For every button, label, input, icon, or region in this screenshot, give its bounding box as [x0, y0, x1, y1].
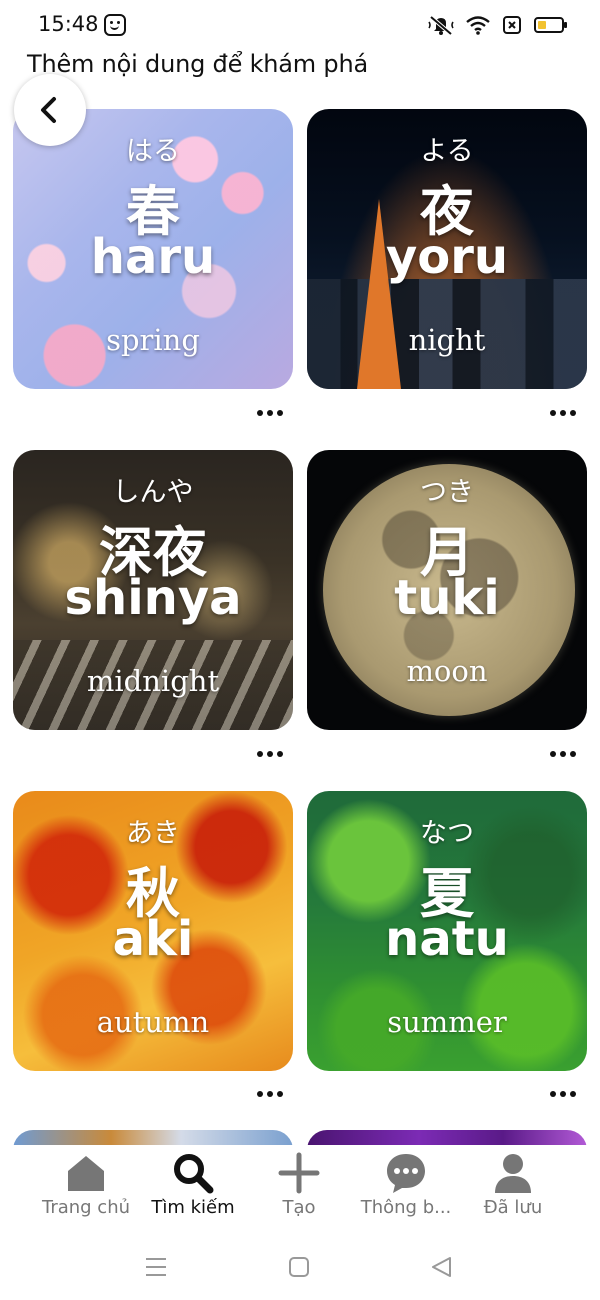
system-home-button[interactable]: [279, 1249, 319, 1285]
status-icons: [428, 14, 567, 36]
no-sim-icon: [503, 16, 521, 34]
page-title: Thêm nội dung để khám phá: [27, 50, 368, 78]
card-english: moon: [406, 654, 488, 688]
card-summer[interactable]: なつ 夏 natu summer: [307, 791, 587, 1071]
nav-label: Tạo: [282, 1197, 316, 1218]
nav-label: Trang chủ: [41, 1197, 131, 1218]
bottom-nav: Trang chủ Tìm kiếm Tạo Thông b... Đã lưu: [0, 1145, 600, 1235]
card-romaji: natu: [385, 911, 509, 967]
card-romaji: shinya: [64, 570, 242, 626]
wifi-icon: [466, 16, 490, 35]
search-icon: [174, 1154, 214, 1194]
more-options-button[interactable]: [250, 744, 290, 764]
emoji-face-icon: [104, 14, 126, 36]
system-nav: [0, 1235, 600, 1300]
system-menu-button[interactable]: [136, 1249, 176, 1285]
menu-icon: [146, 1258, 166, 1276]
nav-saved[interactable]: Đã lưu: [453, 1145, 573, 1235]
more-options-button[interactable]: [250, 403, 290, 423]
system-back-button[interactable]: [422, 1249, 462, 1285]
more-options-button[interactable]: [543, 1084, 583, 1104]
more-options-button[interactable]: [543, 403, 583, 423]
card-night[interactable]: よる 夜 yoru night: [307, 109, 587, 389]
card-moon[interactable]: つき 月 tuki moon: [307, 450, 587, 730]
status-time: 15:48: [38, 12, 99, 36]
nav-notifications[interactable]: Thông b...: [346, 1145, 466, 1235]
card-midnight[interactable]: しんや 深夜 shinya midnight: [13, 450, 293, 730]
more-options-button[interactable]: [543, 744, 583, 764]
card-kana: あき: [126, 818, 180, 849]
chevron-left-icon: [41, 97, 56, 123]
profile-icon: [495, 1154, 531, 1193]
chat-bubble-icon: [387, 1154, 425, 1193]
battery-icon: [534, 17, 567, 33]
home-icon: [68, 1156, 104, 1191]
card-kana: なつ: [420, 818, 474, 849]
mute-bell-icon: [428, 15, 454, 36]
back-button[interactable]: [14, 74, 86, 146]
nav-label: Đã lưu: [483, 1197, 543, 1218]
back-triangle-icon: [432, 1257, 451, 1277]
card-romaji: yoru: [385, 229, 509, 285]
card-romaji: aki: [112, 911, 194, 967]
nav-search[interactable]: Tìm kiếm: [133, 1145, 253, 1235]
card-english: autumn: [96, 1005, 210, 1039]
card-english: night: [408, 323, 486, 357]
card-romaji: haru: [90, 229, 216, 285]
card-english: midnight: [86, 664, 220, 698]
more-options-button[interactable]: [250, 1084, 290, 1104]
status-bar: 15:48: [0, 0, 600, 50]
plus-icon: [278, 1152, 320, 1194]
card-romaji: tuki: [394, 570, 500, 626]
nav-label: Tìm kiếm: [151, 1197, 235, 1218]
card-english: spring: [106, 323, 200, 357]
home-square-icon: [289, 1257, 309, 1277]
card-autumn[interactable]: あき 秋 aki autumn: [13, 791, 293, 1071]
card-kana: つき: [420, 477, 474, 508]
card-english: summer: [387, 1005, 507, 1039]
nav-home[interactable]: Trang chủ: [26, 1145, 146, 1235]
card-spring[interactable]: はる 春 haru spring: [13, 109, 293, 389]
nav-create[interactable]: Tạo: [239, 1145, 359, 1235]
nav-label: Thông b...: [360, 1197, 452, 1218]
card-kana: しんや: [112, 477, 194, 508]
card-kana: よる: [420, 136, 474, 167]
